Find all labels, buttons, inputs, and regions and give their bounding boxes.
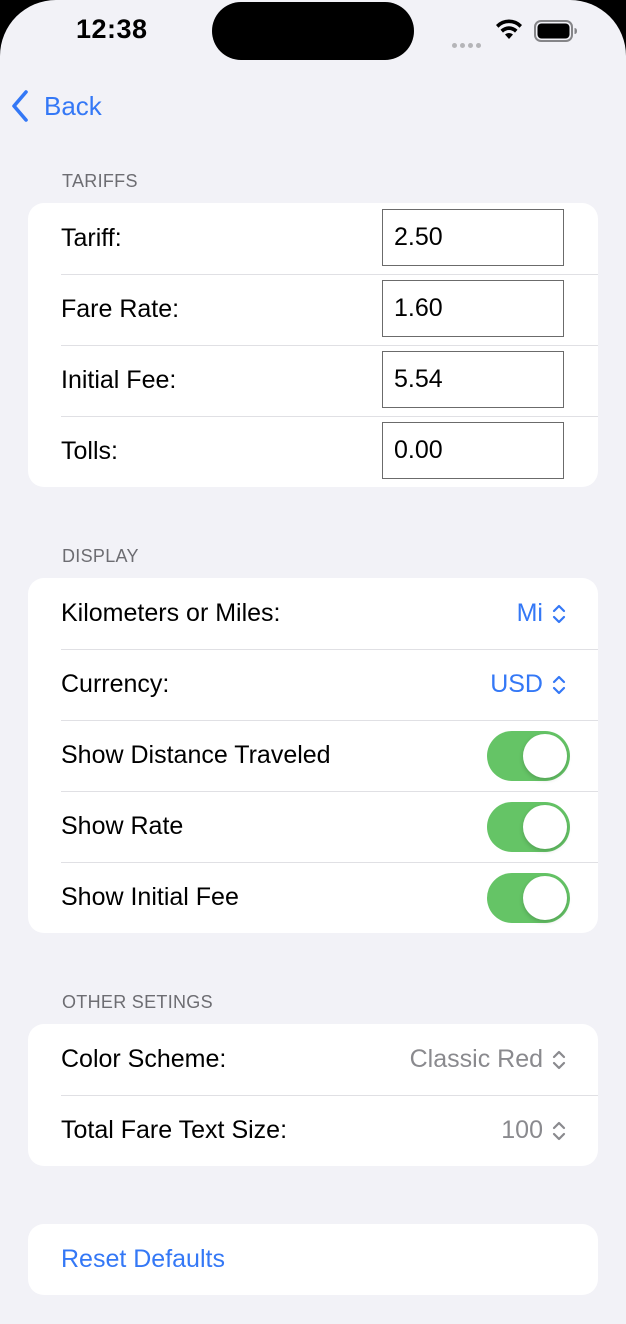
tolls-label: Tolls: <box>61 437 118 465</box>
initial-fee-row: Initial Fee: <box>28 345 598 416</box>
color-scheme-label: Color Scheme: <box>61 1045 227 1073</box>
cellular-dots-icon <box>452 35 484 53</box>
initial-fee-label: Initial Fee: <box>61 366 177 394</box>
display-group: Kilometers or Miles: Mi Currency: USD Sh… <box>28 578 598 933</box>
section-header-other: OTHER SETINGS <box>62 992 213 1012</box>
chevron-left-icon <box>12 90 28 122</box>
text-size-label: Total Fare Text Size: <box>61 1116 288 1144</box>
chevron-up-down-icon <box>552 604 566 623</box>
show-distance-row: Show Distance Traveled <box>28 720 598 791</box>
tariff-row: Tariff: <box>28 203 598 274</box>
tariffs-group: Tariff: Fare Rate: Initial Fee: Tolls: <box>28 203 598 487</box>
show-distance-label: Show Distance Traveled <box>61 741 331 769</box>
fare-rate-label: Fare Rate: <box>61 295 180 323</box>
show-initial-fee-row: Show Initial Fee <box>28 862 598 933</box>
currency-label: Currency: <box>61 670 170 698</box>
settings-screen: 12:38 Back TARIFFS Tariff: Fare Rate: <box>0 0 626 1324</box>
fare-rate-input[interactable] <box>382 280 564 337</box>
wifi-icon <box>494 18 524 45</box>
tolls-input[interactable] <box>382 422 564 479</box>
reset-defaults-button[interactable]: Reset Defaults <box>61 1245 225 1274</box>
reset-group: Reset Defaults <box>28 1224 598 1295</box>
currency-value: USD <box>490 670 543 698</box>
toggle-knob <box>523 805 567 849</box>
toggle-knob <box>523 876 567 920</box>
text-size-value: 100 <box>501 1116 543 1144</box>
other-settings-group: Color Scheme: Classic Red Total Fare Tex… <box>28 1024 598 1166</box>
show-initial-fee-label: Show Initial Fee <box>61 883 239 911</box>
color-scheme-picker[interactable]: Classic Red <box>410 1045 566 1074</box>
fare-rate-row: Fare Rate: <box>28 274 598 345</box>
chevron-up-down-icon <box>552 1050 566 1069</box>
color-scheme-row: Color Scheme: Classic Red <box>28 1024 598 1095</box>
text-size-row: Total Fare Text Size: 100 <box>28 1095 598 1166</box>
show-rate-toggle[interactable] <box>487 802 570 852</box>
units-value: Mi <box>516 599 543 627</box>
back-button[interactable]: Back <box>10 88 102 124</box>
battery-icon <box>534 20 578 47</box>
show-distance-toggle[interactable] <box>487 731 570 781</box>
tariff-input[interactable] <box>382 209 564 266</box>
toggle-knob <box>523 734 567 778</box>
dynamic-island <box>212 2 414 60</box>
units-label: Kilometers or Miles: <box>61 599 281 627</box>
initial-fee-input[interactable] <box>382 351 564 408</box>
back-label: Back <box>44 90 102 121</box>
reset-row[interactable]: Reset Defaults <box>28 1224 598 1295</box>
units-row: Kilometers or Miles: Mi <box>28 578 598 649</box>
tariff-label: Tariff: <box>61 224 122 252</box>
status-time: 12:38 <box>76 14 148 44</box>
section-header-tariffs: TARIFFS <box>62 171 138 191</box>
currency-row: Currency: USD <box>28 649 598 720</box>
chevron-up-down-icon <box>552 1121 566 1140</box>
show-rate-row: Show Rate <box>28 791 598 862</box>
show-rate-label: Show Rate <box>61 812 184 840</box>
show-initial-fee-toggle[interactable] <box>487 873 570 923</box>
color-scheme-value: Classic Red <box>409 1045 543 1073</box>
tolls-row: Tolls: <box>28 416 598 487</box>
units-picker[interactable]: Mi <box>517 599 566 628</box>
currency-picker[interactable]: USD <box>490 670 566 699</box>
section-header-display: DISPLAY <box>62 546 139 566</box>
text-size-picker[interactable]: 100 <box>501 1116 566 1145</box>
chevron-up-down-icon <box>552 675 566 694</box>
